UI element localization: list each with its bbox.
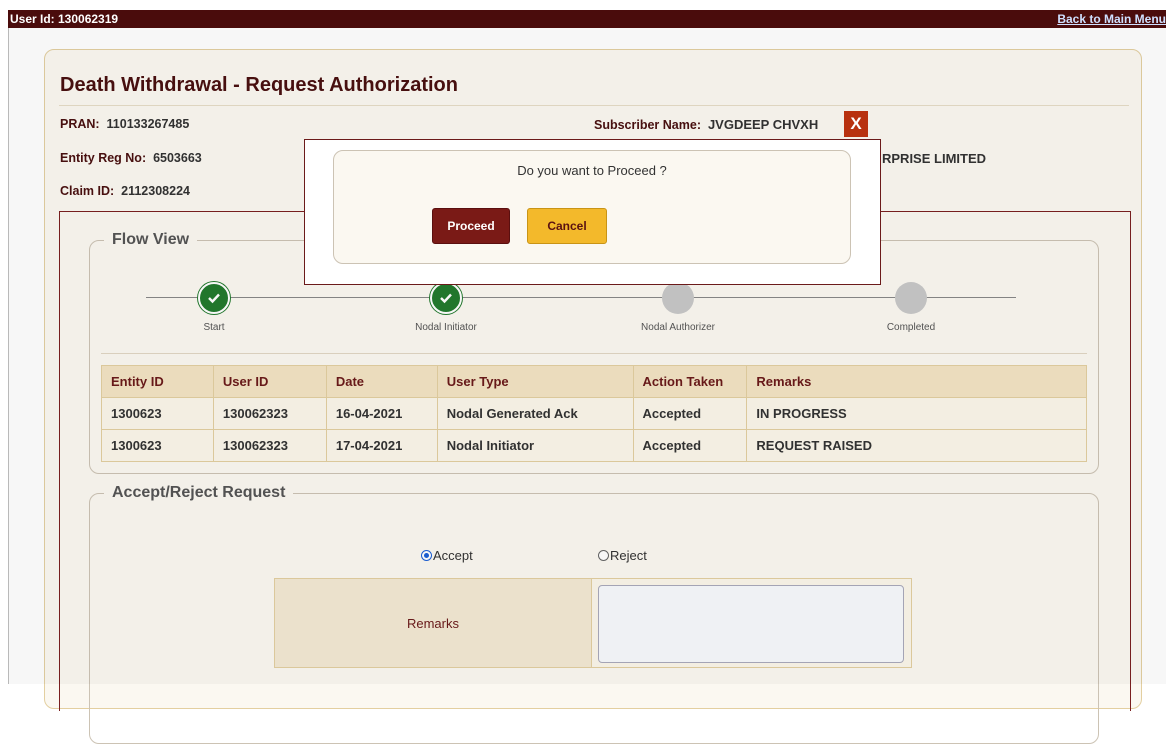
confirm-dialog: Do you want to Proceed ? Proceed Cancel (304, 139, 881, 285)
user-id-text: User Id: 130062319 (10, 12, 119, 26)
top-bar: User Id: 130062319 Back to Main Menu (8, 10, 1166, 28)
close-dialog-button[interactable]: X (844, 111, 868, 137)
confirm-dialog-body: Do you want to Proceed ? Proceed Cancel (333, 150, 851, 264)
confirm-message: Do you want to Proceed ? (517, 163, 667, 178)
back-to-main-menu-link[interactable]: Back to Main Menu (1057, 12, 1166, 26)
modal-overlay (8, 28, 1166, 684)
proceed-button[interactable]: Proceed (432, 208, 510, 244)
cancel-button[interactable]: Cancel (527, 208, 607, 244)
